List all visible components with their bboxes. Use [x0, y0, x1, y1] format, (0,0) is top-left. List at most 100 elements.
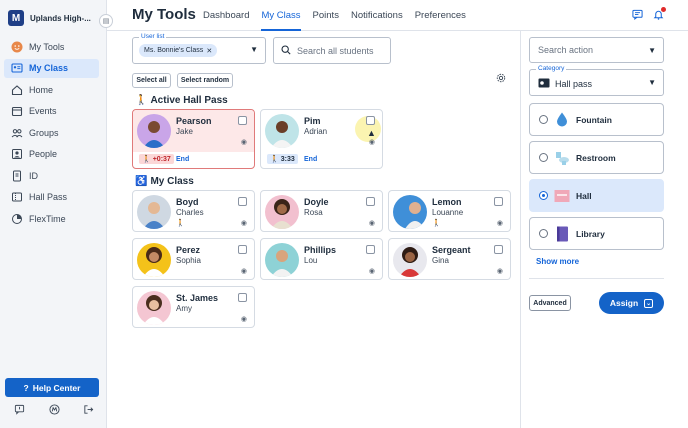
library-icon	[554, 226, 570, 242]
sidebar-footer	[14, 404, 94, 418]
smiley-icon	[11, 41, 23, 53]
student-search-input[interactable]: Search all students	[273, 37, 391, 64]
feedback-icon[interactable]	[14, 404, 25, 418]
student-checkbox[interactable]	[238, 245, 247, 254]
sidebar-item-id[interactable]: ID	[4, 166, 99, 185]
show-more-link[interactable]: Show more	[536, 257, 579, 266]
radio-button[interactable]	[539, 153, 548, 162]
student-first-name: Amy	[176, 304, 192, 313]
school-name: Uplands High-...	[30, 13, 91, 23]
avatar	[265, 195, 299, 229]
student-card-st-james[interactable]: St. James Amy ◉	[132, 286, 255, 328]
hall-pass-card-pearson[interactable]: Pearson Jake ◉ 🚶 +0:37 End	[132, 109, 255, 169]
student-checkbox[interactable]	[494, 245, 503, 254]
home-icon	[11, 84, 23, 96]
gear-icon[interactable]	[496, 73, 506, 86]
student-card-lemon[interactable]: Lemon Louanne 🚶 ◉	[388, 190, 511, 232]
sidebar-item-my-class[interactable]: My Class	[4, 58, 99, 78]
user-circle-icon: ◉	[240, 316, 247, 323]
walking-person-icon: 🚶	[142, 156, 151, 163]
avatar	[265, 114, 299, 148]
brand[interactable]: M Uplands High-...	[8, 10, 92, 26]
assign-button[interactable]: Assign ⌄	[599, 292, 664, 314]
sidebar: M Uplands High-... My Tools My Class Hom…	[0, 0, 107, 428]
tab-notifications[interactable]: Notifications	[351, 10, 403, 31]
student-checkbox[interactable]	[238, 197, 247, 206]
header: My Tools Dashboard My Class Points Notif…	[107, 0, 688, 31]
student-card-boyd[interactable]: Boyd Charles 🚶 ◉	[132, 190, 255, 232]
collapse-sidebar-button[interactable]: ▤	[99, 14, 113, 28]
sidebar-item-label: Events	[29, 106, 57, 116]
avatar	[393, 195, 427, 229]
sidebar-item-groups[interactable]: Groups	[4, 123, 99, 142]
student-card-sergeant[interactable]: Sergeant Gina ◉	[388, 238, 511, 280]
advanced-button[interactable]: Advanced	[529, 295, 571, 311]
user-list-select[interactable]: User list Ms. Bonnie's Class ✕ ▼	[132, 33, 266, 64]
hall-pass-card-pim[interactable]: Pim Adrian ◉ ▲ 🚶 3:33 End	[260, 109, 383, 169]
category-select[interactable]: Category Hall pass ▼	[529, 65, 664, 96]
close-icon[interactable]: ✕	[206, 47, 212, 55]
student-checkbox[interactable]	[366, 116, 375, 125]
radio-button[interactable]	[539, 191, 548, 200]
sidebar-item-label: Home	[29, 84, 54, 95]
groups-icon	[11, 127, 23, 139]
end-pass-link[interactable]: End	[304, 156, 317, 163]
logout-icon[interactable]	[83, 404, 94, 418]
search-action-select[interactable]: Search action ▼	[529, 37, 664, 63]
flextime-icon	[11, 213, 23, 225]
student-last-name: Pim	[304, 116, 321, 126]
active-hall-pass-heading: 🚶 Active Hall Pass	[135, 95, 228, 106]
student-first-name: Gina	[432, 256, 449, 265]
class-icon	[11, 62, 23, 74]
page-title: My Tools	[132, 6, 196, 23]
select-all-button[interactable]: Select all	[132, 73, 171, 88]
user-list-label: User list	[139, 33, 167, 40]
sidebar-item-people[interactable]: People	[4, 145, 99, 164]
location-option-fountain[interactable]: Fountain	[529, 103, 664, 136]
sidebar-item-flextime[interactable]: FlexTime	[4, 209, 99, 228]
tab-my-class[interactable]: My Class	[261, 10, 301, 31]
divider	[529, 278, 664, 279]
student-checkbox[interactable]	[366, 245, 375, 254]
tab-points[interactable]: Points	[313, 10, 339, 31]
student-first-name: Rosa	[304, 208, 323, 217]
sidebar-item-hall-pass[interactable]: Hall Pass	[4, 188, 99, 207]
assign-dropdown-icon[interactable]: ⌄	[644, 298, 654, 308]
select-random-button[interactable]: Select random	[177, 73, 233, 88]
student-card-perez[interactable]: Perez Sophia ◉	[132, 238, 255, 280]
help-center-button[interactable]: ? Help Center	[5, 378, 99, 397]
student-card-phillips[interactable]: Phillips Lou ◉	[260, 238, 383, 280]
elapsed-timer: 🚶 +0:37	[139, 154, 174, 164]
location-option-hall[interactable]: Hall	[529, 179, 664, 212]
hall-pass-icon	[538, 78, 550, 90]
tab-dashboard[interactable]: Dashboard	[203, 10, 249, 31]
radio-button[interactable]	[539, 115, 548, 124]
hall-icon	[554, 188, 570, 204]
student-card-doyle[interactable]: Doyle Rosa ◉	[260, 190, 383, 232]
sidebar-item-home[interactable]: Home	[4, 80, 99, 99]
bell-icon[interactable]	[653, 7, 666, 23]
tab-preferences[interactable]: Preferences	[415, 10, 466, 31]
chevron-down-icon: ▼	[648, 78, 656, 87]
student-first-name: Charles	[176, 208, 204, 217]
category-label: Category	[536, 65, 567, 72]
student-last-name: St. James	[176, 293, 219, 303]
category-value: Hall pass	[538, 78, 592, 90]
sidebar-item-label: My Class	[29, 63, 69, 73]
chat-icon[interactable]	[632, 9, 643, 23]
sidebar-item-my-tools[interactable]: My Tools	[4, 37, 99, 56]
student-checkbox[interactable]	[238, 293, 247, 302]
sidebar-item-events[interactable]: Events	[4, 102, 99, 121]
student-checkbox[interactable]	[238, 116, 247, 125]
app-logo-icon[interactable]	[48, 404, 60, 418]
location-option-restroom[interactable]: Restroom	[529, 141, 664, 174]
sidebar-item-label: My Tools	[29, 41, 65, 52]
student-checkbox[interactable]	[366, 197, 375, 206]
class-chip[interactable]: Ms. Bonnie's Class ✕	[139, 44, 218, 57]
end-pass-link[interactable]: End	[176, 156, 189, 163]
student-checkbox[interactable]	[494, 197, 503, 206]
location-option-library[interactable]: Library	[529, 217, 664, 250]
hall-pass-icon	[11, 191, 23, 203]
radio-button[interactable]	[539, 229, 548, 238]
student-first-name: Louanne	[432, 208, 464, 217]
